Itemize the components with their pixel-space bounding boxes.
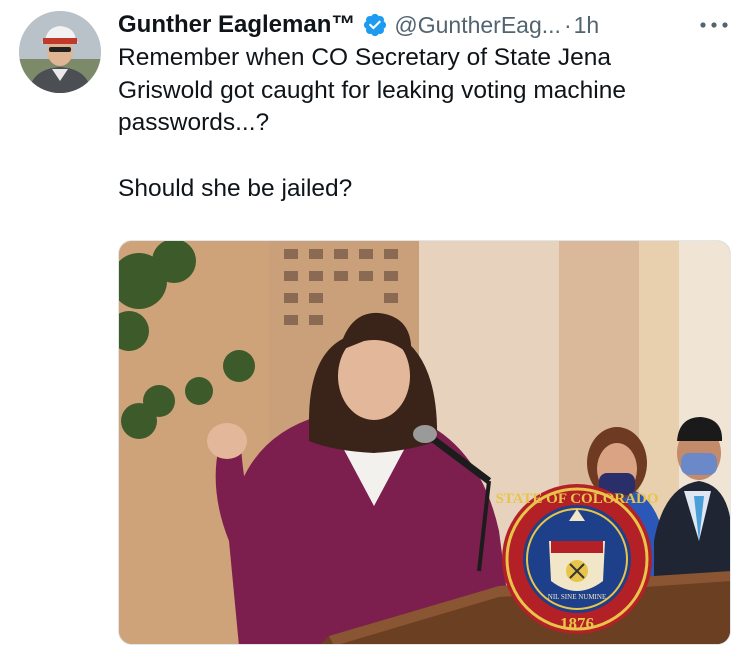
tweet-question: Should she be jailed? xyxy=(118,174,353,202)
seal-motto-text: NIL SINE NUMINE xyxy=(548,593,606,601)
author-avatar[interactable] xyxy=(19,11,101,93)
more-options-button[interactable] xyxy=(697,13,731,37)
tweet[interactable]: Gunther Eagleman™ @GuntherEag... · 1h Re… xyxy=(0,0,750,650)
avatar-photo xyxy=(19,11,101,93)
author-handle[interactable]: @GuntherEag... xyxy=(394,12,561,39)
tweet-text-line: passwords...? xyxy=(118,109,270,136)
author-display-name[interactable]: Gunther Eagleman™ xyxy=(118,11,355,39)
tweet-text-line: Remember when CO Secretary of State Jena xyxy=(118,44,611,71)
tweet-text-line: Griswold got caught for leaking voting m… xyxy=(118,76,626,104)
tweet-text: Remember when CO Secretary of State Jena… xyxy=(118,42,733,205)
tweet-header: Gunther Eagleman™ @GuntherEag... · 1h xyxy=(118,8,599,42)
press-conference-photo: STATE OF COLORADO 1876 NIL SINE NUMINE xyxy=(119,241,730,644)
verified-badge-icon xyxy=(362,12,388,38)
seal-year-text: 1876 xyxy=(560,614,594,633)
tweet-timestamp[interactable]: 1h xyxy=(574,12,600,39)
separator-dot: · xyxy=(563,11,572,38)
seal-top-text: STATE OF COLORADO xyxy=(495,491,658,507)
tweet-media-photo[interactable]: STATE OF COLORADO 1876 NIL SINE NUMINE xyxy=(118,240,731,645)
more-horizontal-icon xyxy=(700,22,728,28)
